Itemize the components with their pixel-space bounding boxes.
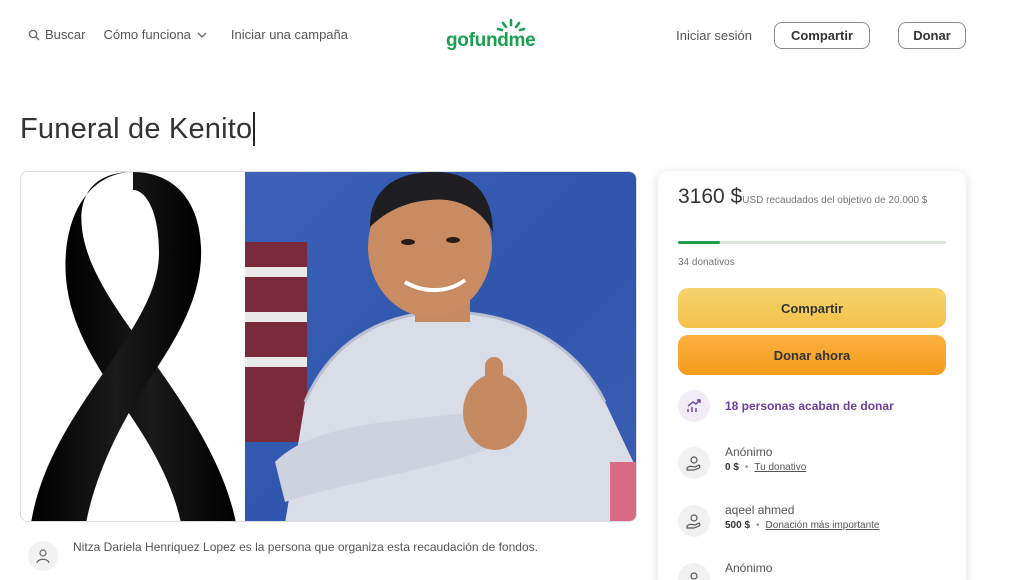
donor-details: aqeel ahmed 500 $ • Donación más importa… (725, 503, 880, 534)
donor-amount: 0 $ (725, 462, 739, 473)
donor-tag-link[interactable]: Donación más importante (766, 518, 880, 534)
start-campaign-link[interactable]: Iniciar una campaña (231, 27, 348, 42)
text-cursor (253, 112, 255, 146)
donor-name: aqeel ahmed (725, 503, 795, 517)
progress-bar (678, 241, 946, 244)
campaign-hero-image[interactable] (20, 171, 637, 522)
donations-count: 34 donativos (678, 257, 735, 268)
user-icon (28, 541, 58, 571)
separator-dot: • (744, 462, 749, 473)
signin-link[interactable]: Iniciar sesión (676, 28, 752, 43)
recent-donations[interactable]: 18 personas acaban de donar (678, 390, 894, 422)
gofundme-logo[interactable]: gofundme (446, 18, 540, 52)
nav-left: Buscar Cómo funciona Iniciar una campaña (28, 27, 366, 42)
donor-item: Anónimo 0 $ • Tu donativo (678, 445, 806, 479)
donor-name: Anónimo (725, 561, 773, 575)
donor-amount: 500 $ (725, 520, 751, 531)
nav-right: Iniciar sesión Compartir Donar (676, 22, 966, 49)
start-campaign-label: Iniciar una campaña (230, 27, 348, 42)
search-link[interactable]: Buscar (28, 27, 85, 42)
donor-item: Anónimo (678, 561, 772, 580)
donor-item: aqeel ahmed 500 $ • Donación más importa… (678, 503, 880, 537)
search-label: Buscar (45, 27, 86, 42)
chevron-down-icon (197, 32, 207, 38)
organizer-text: Nitza Dariela Henriquez Lopez es la pers… (73, 540, 538, 554)
campaign-title: Funeral de Kenito (20, 112, 253, 145)
donor-details: Anónimo 0 $ • Tu donativo (725, 445, 806, 476)
recent-donations-label: 18 personas acaban de donar (725, 399, 894, 413)
trending-up-icon (678, 390, 710, 422)
separator-dot: • (756, 520, 760, 531)
header-share-button[interactable]: Compartir (774, 22, 870, 49)
how-it-works-menu[interactable]: Cómo funciona (103, 27, 207, 42)
mourning-ribbon-image (21, 172, 245, 521)
amount-raised: 3160 $USD recaudados del objetivo de 20.… (678, 185, 948, 209)
campaign-title-wrap: Funeral de Kenito (20, 112, 255, 146)
donor-details: Anónimo (725, 561, 772, 576)
share-button[interactable]: Compartir (678, 288, 946, 328)
kenito-photo (245, 172, 636, 521)
donate-now-button[interactable]: Donar ahora (678, 335, 946, 375)
header-donate-button[interactable]: Donar (898, 22, 966, 49)
donor-hand-icon (678, 447, 710, 479)
logo-text: gofundme (446, 30, 536, 51)
donor-hand-icon (678, 505, 710, 537)
donor-tag-link[interactable]: Tu donativo (754, 460, 806, 476)
amount-goal: USD recaudados del objetivo de 20.000 $ (742, 195, 928, 206)
amount-value: 3160 $ (678, 185, 743, 208)
site-header: Buscar Cómo funciona Iniciar una campaña (0, 0, 1020, 72)
donation-sidebar: 3160 $USD recaudados del objetivo de 20.… (658, 171, 966, 580)
search-icon (28, 29, 40, 41)
organizer-info: Nitza Dariela Henriquez Lopez es la pers… (28, 538, 553, 571)
how-it-works-label: Cómo funciona (103, 27, 191, 42)
donor-meta: 500 $ • Donación más importante (725, 518, 880, 534)
donor-meta: 0 $ • Tu donativo (725, 460, 806, 476)
donor-name: Anónimo (725, 445, 773, 459)
progress-fill (678, 241, 721, 244)
donor-hand-icon (678, 563, 710, 580)
